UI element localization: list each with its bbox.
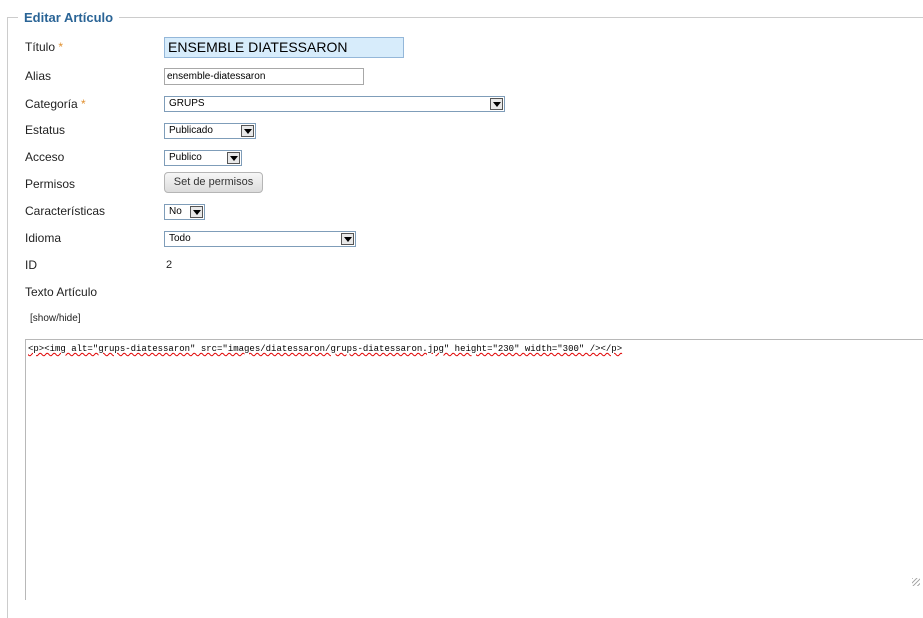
chevron-down-icon[interactable] bbox=[241, 125, 254, 137]
chevron-down-icon[interactable] bbox=[227, 152, 240, 164]
editor-content[interactable]: <p><img alt="grups-diatessaron" src="ima… bbox=[28, 344, 622, 354]
estatus-select[interactable]: Publicado bbox=[164, 123, 256, 139]
chevron-down-icon[interactable] bbox=[341, 233, 354, 245]
acceso-select[interactable]: Publico bbox=[164, 150, 242, 166]
categoria-label: Categoría * bbox=[25, 97, 86, 111]
title-input[interactable]: ENSEMBLE DIATESSARON bbox=[164, 37, 404, 58]
required-marker: * bbox=[58, 40, 64, 54]
categoria-select[interactable]: GRUPS bbox=[164, 96, 505, 112]
resize-grip-icon[interactable] bbox=[912, 578, 920, 586]
caracteristicas-label: Características bbox=[25, 204, 106, 218]
alias-input[interactable]: ensemble-diatessaron bbox=[164, 68, 364, 85]
texto-label: Texto Artículo bbox=[25, 285, 98, 299]
permisos-label: Permisos bbox=[25, 177, 76, 191]
set-permissions-button[interactable]: Set de permisos bbox=[164, 172, 263, 193]
required-marker: * bbox=[81, 97, 86, 111]
chevron-down-icon[interactable] bbox=[190, 206, 203, 218]
caracteristicas-select[interactable]: No bbox=[164, 204, 205, 220]
id-label: ID bbox=[25, 258, 37, 272]
id-value: 2 bbox=[166, 259, 173, 271]
article-text-editor[interactable]: <p><img alt="grups-diatessaron" src="ima… bbox=[25, 339, 923, 600]
idioma-select[interactable]: Todo bbox=[164, 231, 356, 247]
idioma-label: Idioma bbox=[25, 231, 62, 245]
show-hide-toggle[interactable]: [show/hide] bbox=[30, 313, 81, 324]
fieldset-legend: Editar Artículo bbox=[18, 10, 120, 25]
alias-label: Alias bbox=[25, 69, 52, 83]
acceso-label: Acceso bbox=[25, 150, 65, 164]
titulo-label: Título * bbox=[25, 40, 64, 54]
chevron-down-icon[interactable] bbox=[490, 98, 503, 110]
estatus-label: Estatus bbox=[25, 123, 66, 137]
